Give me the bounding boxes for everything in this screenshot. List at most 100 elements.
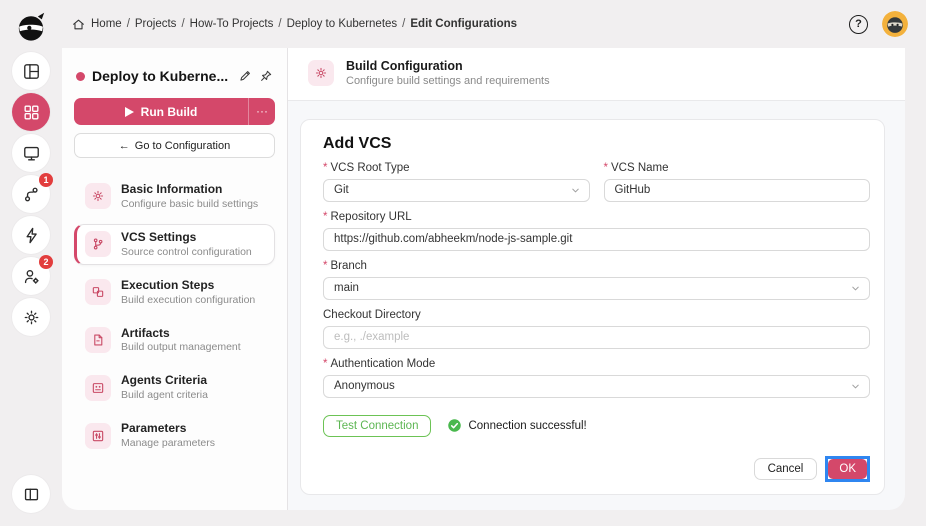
- branch-value: main: [334, 282, 359, 294]
- rail-item-builds[interactable]: 1: [12, 175, 50, 213]
- breadcrumb-home[interactable]: Home: [91, 18, 122, 30]
- branch-field: *Branch main: [323, 260, 870, 300]
- nav-item-parameters[interactable]: Parameters Manage parameters: [74, 415, 275, 456]
- ok-button[interactable]: OK: [828, 459, 867, 479]
- project-sidebar: Deploy to Kuberne... Run Build ···: [62, 48, 288, 510]
- user-avatar[interactable]: [882, 11, 908, 37]
- nav-item-subtitle: Source control configuration: [121, 246, 252, 258]
- breadcrumb-projects[interactable]: Projects: [135, 18, 177, 30]
- main-header: Build Configuration Configure build sett…: [288, 48, 905, 101]
- rail-collapse-sidebar-button[interactable]: [12, 475, 50, 513]
- rail-item-settings[interactable]: [12, 298, 50, 336]
- gear-icon: [22, 308, 41, 327]
- breadcrumb-separator: /: [402, 18, 405, 30]
- rail-item-projects[interactable]: [12, 93, 50, 131]
- git-builds-icon: [22, 185, 41, 204]
- page-subtitle: Configure build settings and requirement…: [346, 74, 550, 88]
- main-panel: Build Configuration Configure build sett…: [288, 48, 905, 510]
- vcs-root-type-label: *VCS Root Type: [323, 162, 590, 174]
- repository-url-label: *Repository URL: [323, 211, 870, 223]
- builds-badge: 1: [39, 173, 53, 187]
- user-gear-icon: [22, 267, 41, 286]
- play-icon: [125, 107, 134, 117]
- authentication-mode-select[interactable]: Anonymous: [323, 375, 870, 398]
- required-marker: *: [604, 162, 608, 174]
- pin-icon[interactable]: [259, 69, 273, 83]
- go-to-configuration-label: Go to Configuration: [135, 140, 230, 152]
- dashboard-layout-icon: [22, 62, 41, 81]
- chevron-down-icon: [850, 283, 861, 294]
- checkout-directory-field: Checkout Directory: [323, 309, 870, 349]
- nav-item-subtitle: Build output management: [121, 341, 241, 353]
- form-title: Add VCS: [323, 135, 870, 153]
- nav-item-title: Execution Steps: [121, 279, 255, 293]
- nav-item-subtitle: Manage parameters: [121, 437, 215, 449]
- branch-select[interactable]: main: [323, 277, 870, 300]
- git-branch-icon: [85, 231, 111, 257]
- back-arrow-icon: ←: [119, 140, 130, 152]
- repository-url-field: *Repository URL: [323, 211, 870, 251]
- breadcrumb-separator: /: [127, 18, 130, 30]
- vcs-name-input[interactable]: [604, 179, 871, 202]
- panel-left-icon: [22, 485, 41, 504]
- checkout-directory-input[interactable]: [323, 326, 870, 349]
- test-connection-button[interactable]: Test Connection: [323, 415, 431, 437]
- monitor-icon: [22, 144, 41, 163]
- ok-button-focus-ring: OK: [825, 456, 870, 482]
- cancel-button[interactable]: Cancel: [754, 458, 818, 480]
- run-build-label: Run Build: [141, 105, 198, 119]
- rail-item-activity[interactable]: [12, 216, 50, 254]
- rail-item-agents[interactable]: [12, 134, 50, 172]
- build-config-gear-icon: [308, 60, 334, 86]
- config-section-nav: Basic Information Configure basic build …: [74, 176, 275, 456]
- run-build-button[interactable]: Run Build: [74, 98, 248, 125]
- go-to-configuration-button[interactable]: ← Go to Configuration: [74, 133, 275, 158]
- breadcrumb: Home / Projects / How-To Projects / Depl…: [72, 18, 517, 31]
- nav-item-artifacts[interactable]: Artifacts Build output management: [74, 320, 275, 361]
- branch-label: *Branch: [323, 260, 870, 272]
- steps-blocks-icon: [85, 279, 111, 305]
- nav-item-agents-criteria[interactable]: Agents Criteria Build agent criteria: [74, 367, 275, 408]
- run-build-more-button[interactable]: ···: [248, 98, 275, 125]
- add-vcs-form-card: Add VCS *VCS Root Type Git *VCS Name: [300, 119, 885, 495]
- rail-item-dashboard[interactable]: [12, 52, 50, 90]
- connection-status: Connection successful!: [447, 418, 586, 433]
- nav-item-title: VCS Settings: [121, 231, 252, 245]
- breadcrumb-separator: /: [278, 18, 281, 30]
- project-title: Deploy to Kuberne...: [92, 68, 231, 84]
- nav-item-basic-information[interactable]: Basic Information Configure basic build …: [74, 176, 275, 217]
- nav-item-execution-steps[interactable]: Execution Steps Build execution configur…: [74, 272, 275, 313]
- breadcrumb-howto-projects[interactable]: How-To Projects: [190, 18, 274, 30]
- home-icon: [72, 18, 85, 31]
- authentication-mode-value: Anonymous: [334, 380, 395, 392]
- success-check-icon: [447, 418, 462, 433]
- vcs-root-type-value: Git: [334, 184, 349, 196]
- rail-item-users[interactable]: 2: [12, 257, 50, 295]
- edit-pencil-icon[interactable]: [238, 69, 252, 83]
- connection-status-text: Connection successful!: [468, 420, 586, 432]
- icon-rail: 1 2: [0, 0, 62, 526]
- topbar: Home / Projects / How-To Projects / Depl…: [62, 0, 926, 48]
- nav-item-title: Basic Information: [121, 183, 258, 197]
- sliders-icon: [85, 423, 111, 449]
- vcs-name-field: *VCS Name: [604, 162, 871, 202]
- required-marker: *: [323, 358, 327, 370]
- nav-item-vcs-settings[interactable]: VCS Settings Source control configuratio…: [74, 224, 275, 265]
- projects-grid-icon: [22, 103, 41, 122]
- avatar-ninja-image: [882, 11, 908, 37]
- required-marker: *: [323, 162, 327, 174]
- breadcrumb-deploy-to-kubernetes[interactable]: Deploy to Kubernetes: [287, 18, 398, 30]
- nav-item-subtitle: Configure basic build settings: [121, 198, 258, 210]
- help-button[interactable]: ?: [849, 15, 868, 34]
- checkout-directory-label: Checkout Directory: [323, 309, 870, 321]
- project-status-dot: [76, 72, 85, 81]
- repository-url-input[interactable]: [323, 228, 870, 251]
- brand-logo-ninja[interactable]: [12, 8, 50, 46]
- nav-item-subtitle: Build agent criteria: [121, 389, 208, 401]
- vcs-name-label: *VCS Name: [604, 162, 871, 174]
- breadcrumb-separator: /: [181, 18, 184, 30]
- nav-item-title: Artifacts: [121, 327, 241, 341]
- page-title: Build Configuration: [346, 58, 550, 74]
- chevron-down-icon: [570, 185, 581, 196]
- vcs-root-type-select[interactable]: Git: [323, 179, 590, 202]
